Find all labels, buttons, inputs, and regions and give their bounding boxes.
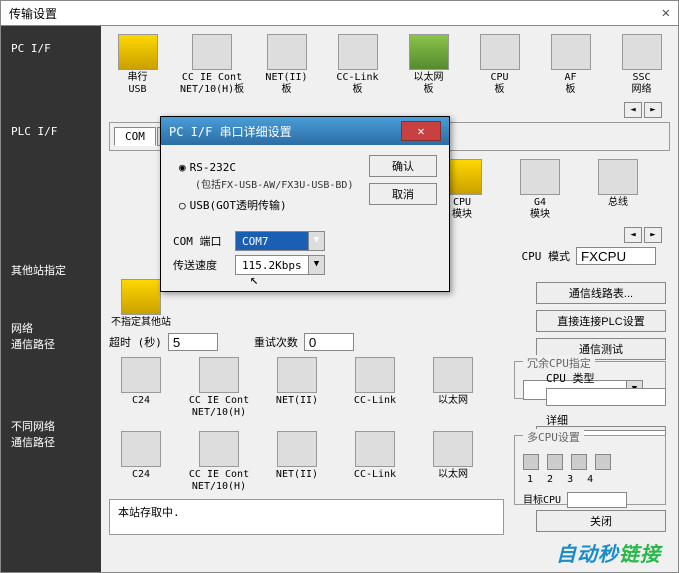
retry-label: 重试次数 (254, 334, 298, 350)
scroll-right-icon[interactable]: ► (644, 102, 662, 118)
device-item[interactable]: C24 (109, 431, 173, 493)
device-item[interactable]: 以太网 (421, 431, 485, 493)
cpu-slot-4[interactable] (595, 454, 611, 470)
window-title: 传输设置 (9, 5, 57, 22)
serial-detail-dialog: PC I/F 串口详细设置 ✕ 确认 取消 ◉ RS-232C (包括FX-US… (160, 116, 450, 292)
device-item[interactable]: C24 (109, 357, 173, 419)
pcif-row: 串行 USBCC IE Cont NET/10(H)板NET(II) 板CC-L… (109, 34, 670, 96)
device-icon (277, 431, 317, 467)
diffnet-row: C24CC IE Cont NET/10(H)NET(II)CC-Link以太网 (109, 431, 504, 493)
scroll-left-icon[interactable]: ◄ (624, 102, 642, 118)
device-icon (267, 34, 307, 70)
dialog-cancel-button[interactable]: 取消 (369, 183, 437, 205)
route-list-button[interactable]: 通信线路表... (536, 282, 666, 304)
speed-label: 传送速度 (173, 257, 229, 273)
net-row: C24CC IE Cont NET/10(H)NET(II)CC-Link以太网 (109, 357, 504, 419)
device-item[interactable]: 串行 USB (109, 34, 166, 96)
device-item[interactable]: 总线 (586, 159, 650, 221)
device-item[interactable]: CC IE Cont NET/10(H) (187, 357, 251, 419)
device-icon (433, 431, 473, 467)
device-item[interactable]: SSC 网络 (613, 34, 670, 96)
status-area: 本站存取中. (109, 499, 504, 535)
device-item[interactable]: NET(II) (265, 357, 329, 419)
direct-plc-button[interactable]: 直接连接PLC设置 (536, 310, 666, 332)
cpu-type-field (546, 388, 666, 406)
device-item[interactable]: CC-Link (343, 431, 407, 493)
device-icon (480, 34, 520, 70)
target-cpu-field (567, 492, 627, 508)
device-item[interactable]: CC IE Cont NET/10(H)板 (180, 34, 244, 96)
com-port-label: COM 端口 (173, 233, 229, 249)
watermark: 自动秒链接 (556, 538, 661, 567)
device-icon (277, 357, 317, 393)
device-icon (622, 34, 662, 70)
radio-unselected-icon: ○ (179, 199, 186, 212)
timeout-label: 超时 (秒) (109, 334, 162, 350)
device-item[interactable]: CC IE Cont NET/10(H) (187, 431, 251, 493)
dialog-ok-button[interactable]: 确认 (369, 155, 437, 177)
cpu-mode-label: CPU 模式 (522, 248, 571, 264)
content-area: 串行 USBCC IE Cont NET/10(H)板NET(II) 板CC-L… (101, 26, 678, 572)
sidebar-item-diffnet[interactable]: 不同网络 通信路径 (1, 410, 101, 458)
device-icon (199, 431, 239, 467)
device-item[interactable]: AF 板 (542, 34, 599, 96)
close-button[interactable]: 关闭 (536, 510, 666, 532)
radio-selected-icon: ◉ (179, 161, 186, 174)
cpu-type-label: CPU 类型 (546, 370, 666, 386)
dialog-titlebar[interactable]: PC I/F 串口详细设置 ✕ (161, 117, 449, 145)
device-icon (199, 357, 239, 393)
device-icon (121, 357, 161, 393)
cpu-slot-2[interactable] (547, 454, 563, 470)
chevron-down-icon: ▼ (308, 256, 324, 274)
device-icon (338, 34, 378, 70)
multi-cpu-group: 多CPU设置 1 2 3 4 目标CPU (514, 435, 666, 505)
scroll-left-icon-2[interactable]: ◄ (624, 227, 642, 243)
timeout-input[interactable] (168, 333, 218, 351)
detail-label: 详细 (546, 412, 666, 428)
com-port-combo[interactable]: COM7 ▼ (235, 231, 325, 251)
device-icon (409, 34, 449, 70)
speed-combo[interactable]: 115.2Kbps ▼ (235, 255, 325, 275)
device-item[interactable]: 以太网 (421, 357, 485, 419)
device-item[interactable]: CC-Link 板 (329, 34, 386, 96)
cpu-slot-1[interactable] (523, 454, 539, 470)
chevron-down-icon: ▼ (308, 232, 324, 250)
window-titlebar: 传输设置 ✕ (0, 0, 679, 26)
device-item[interactable]: 以太网 板 (400, 34, 457, 96)
sidebar: PC I/F PLC I/F 其他站指定 网络 通信路径 不同网络 通信路径 (1, 26, 101, 572)
device-icon (355, 431, 395, 467)
device-icon (118, 34, 158, 70)
device-item[interactable]: CC-Link (343, 357, 407, 419)
cpu-mode-input[interactable] (576, 247, 656, 265)
device-icon (598, 159, 638, 195)
scroll-right-icon-2[interactable]: ► (644, 227, 662, 243)
device-item[interactable]: NET(II) (265, 431, 329, 493)
device-icon (551, 34, 591, 70)
device-item[interactable]: G4 模块 (508, 159, 572, 221)
device-item[interactable]: CPU 板 (471, 34, 528, 96)
other-station-icon (121, 279, 161, 315)
retry-input[interactable] (304, 333, 354, 351)
tab-com1[interactable]: COM (114, 127, 156, 146)
device-item[interactable]: NET(II) 板 (258, 34, 315, 96)
window-close-icon[interactable]: ✕ (662, 5, 670, 21)
sidebar-item-net[interactable]: 网络 通信路径 (1, 312, 101, 360)
device-icon (192, 34, 232, 70)
dialog-close-button[interactable]: ✕ (401, 121, 441, 141)
sidebar-item-plcif[interactable]: PLC I/F (1, 117, 101, 146)
device-icon (355, 357, 395, 393)
device-icon (433, 357, 473, 393)
sidebar-item-other[interactable]: 其他站指定 (1, 254, 101, 286)
sidebar-item-pcif[interactable]: PC I/F (1, 34, 101, 63)
device-icon (121, 431, 161, 467)
device-icon (520, 159, 560, 195)
cpu-slot-3[interactable] (571, 454, 587, 470)
